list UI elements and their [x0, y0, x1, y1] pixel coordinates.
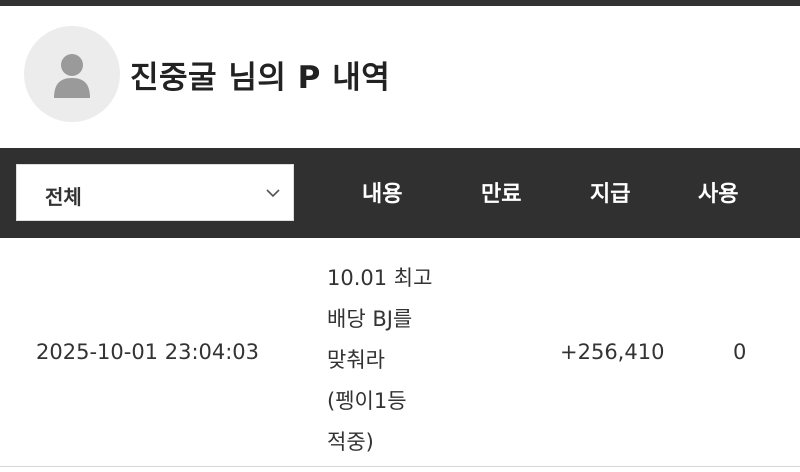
- column-header-expire: 만료: [481, 182, 522, 207]
- row-pay-amount: +256,410: [560, 340, 665, 364]
- table-row: 2025-10-01 23:04:03 10.01 최고 배당 BJ를 맞춰라 …: [0, 238, 800, 467]
- column-header-pay: 지급: [590, 182, 631, 207]
- row-use-amount: 0: [733, 340, 747, 364]
- chevron-down-icon: [266, 189, 280, 198]
- row-datetime: 2025-10-01 23:04:03: [36, 340, 260, 364]
- column-header-use: 사용: [698, 182, 739, 207]
- filter-select-value: 전체: [45, 185, 82, 209]
- filter-select[interactable]: 전체: [16, 164, 294, 221]
- avatar: [24, 26, 120, 122]
- column-header-content: 내용: [362, 182, 403, 207]
- row-content: 10.01 최고 배당 BJ를 맞춰라 (펭이1등 적중): [327, 266, 433, 454]
- table-header: 전체 내용 만료 지급 사용: [0, 148, 800, 238]
- profile-section: 진중굴 님의 P 내역: [0, 6, 800, 148]
- user-icon: [54, 54, 90, 98]
- page-title: 진중굴 님의 P 내역: [130, 60, 391, 96]
